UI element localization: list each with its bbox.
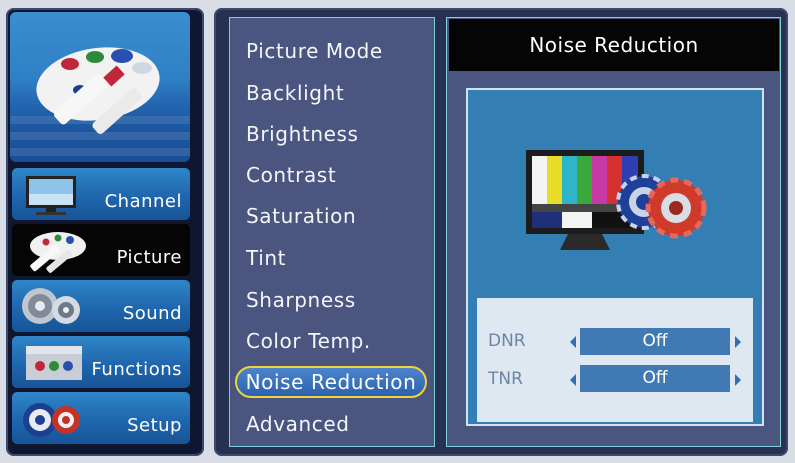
category-label: Sound	[122, 303, 182, 324]
detail-title: Noise Reduction	[449, 19, 779, 71]
menu-item-advanced[interactable]: Advanced	[246, 408, 350, 440]
menu-item-sharpness[interactable]: Sharpness	[246, 284, 356, 316]
menu-item-color-temp[interactable]: Color Temp.	[246, 325, 371, 357]
speaker-icon	[22, 288, 80, 324]
settings-box	[477, 298, 753, 422]
menu-item-tint[interactable]: Tint	[246, 242, 286, 274]
dnr-right-arrow-icon[interactable]	[735, 336, 741, 348]
tnr-value[interactable]: Off	[580, 365, 730, 392]
tnr-label: TNR	[488, 369, 523, 389]
menu-item-noise-reduction[interactable]: Noise Reduction	[235, 366, 427, 398]
tnr-right-arrow-icon[interactable]	[735, 374, 741, 386]
category-setup[interactable]: Setup	[12, 392, 190, 444]
picture-banner	[10, 12, 190, 162]
category-label: Setup	[127, 415, 182, 436]
category-picture[interactable]: Picture	[12, 224, 190, 276]
gears-icon	[23, 403, 80, 437]
category-channel[interactable]: Channel	[12, 168, 190, 220]
tv-icon	[26, 176, 76, 215]
menu-item-picture-mode[interactable]: Picture Mode	[246, 35, 383, 67]
menu-item-backlight[interactable]: Backlight	[246, 77, 344, 109]
dnr-value[interactable]: Off	[580, 328, 730, 355]
palette-icon	[30, 232, 86, 273]
menu-item-contrast[interactable]: Contrast	[246, 159, 336, 191]
menu-item-saturation[interactable]: Saturation	[246, 200, 356, 232]
dnr-left-arrow-icon[interactable]	[570, 336, 576, 348]
toolbox-icon	[26, 346, 82, 380]
palette-icon	[36, 47, 160, 134]
category-sound[interactable]: Sound	[12, 280, 190, 332]
category-label: Picture	[116, 247, 182, 268]
category-functions[interactable]: Functions	[12, 336, 190, 388]
tnr-left-arrow-icon[interactable]	[570, 374, 576, 386]
dnr-label: DNR	[488, 331, 526, 351]
category-label: Functions	[91, 359, 182, 380]
menu-item-brightness[interactable]: Brightness	[246, 118, 359, 150]
category-label: Channel	[104, 191, 182, 212]
monitor-with-gears-icon	[526, 150, 707, 250]
